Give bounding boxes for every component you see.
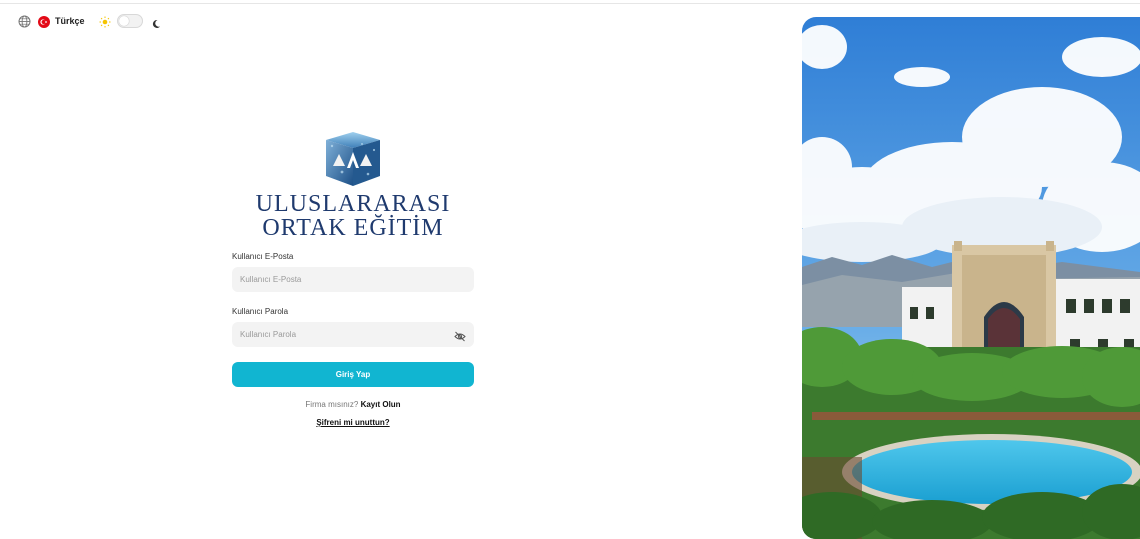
turkey-flag-icon[interactable] — [38, 15, 50, 28]
theme-toggle[interactable] — [116, 14, 143, 28]
brand-logo: ULUSLARARASI ORTAK EĞİTİM — [232, 128, 474, 240]
toggle-knob — [118, 16, 129, 26]
moon-icon — [151, 16, 161, 28]
register-prompt: Firma mısınız? Kayıt Olun — [232, 400, 474, 409]
top-toolbar: Türkçe — [18, 13, 161, 29]
email-field[interactable] — [240, 275, 440, 284]
password-label: Kullanıcı Parola — [232, 307, 289, 316]
sun-icon — [99, 15, 111, 28]
eye-off-icon[interactable] — [454, 329, 466, 342]
register-link[interactable]: Kayıt Olun — [361, 400, 401, 409]
email-label: Kullanıcı E-Posta — [232, 252, 294, 261]
login-form: Kullanıcı E-Posta Kullanıcı Parola Giriş… — [232, 252, 474, 427]
globe-icon[interactable] — [18, 15, 31, 28]
register-question: Firma mısınız? — [305, 400, 359, 409]
password-field-container — [232, 322, 474, 347]
campus-photo — [802, 17, 1140, 539]
language-selector[interactable]: Türkçe — [55, 16, 85, 26]
logo-text-line2: ORTAK EĞİTİM — [262, 215, 444, 241]
forgot-password-link[interactable]: Şifreni mi unuttun? — [232, 418, 474, 427]
password-field[interactable] — [240, 330, 440, 339]
email-field-container — [232, 267, 474, 292]
top-border — [0, 0, 1140, 4]
login-button[interactable]: Giriş Yap — [232, 362, 474, 387]
logo-text-line1: ULUSLARARASI — [255, 191, 451, 217]
cube-logo-icon — [326, 132, 380, 186]
